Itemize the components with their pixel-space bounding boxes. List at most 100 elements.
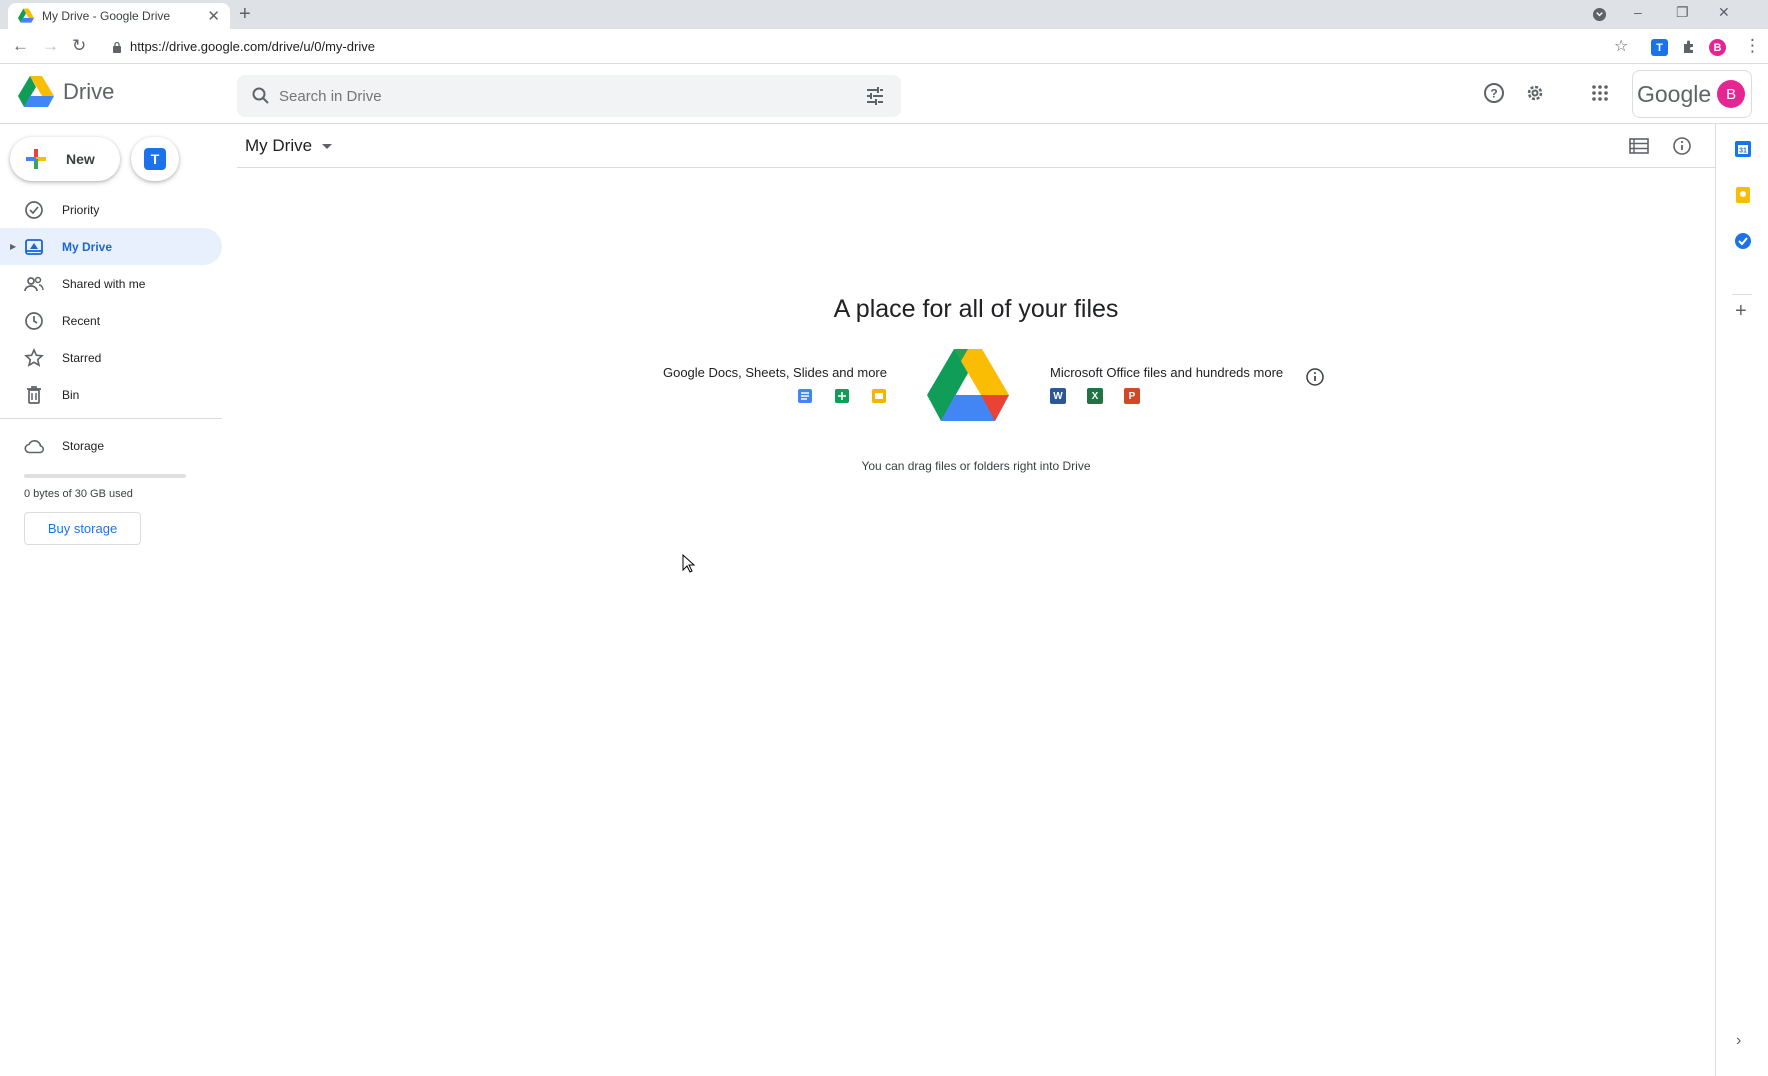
sidebar-nav: Priority ▶ My Drive Shared with me Recen… [0, 191, 222, 413]
drive-favicon-icon [18, 8, 34, 23]
browser-tab-strip: My Drive - Google Drive ✕ + – ❐ ✕ [0, 0, 1768, 29]
storage-label: Storage [62, 439, 105, 453]
new-button[interactable]: New [10, 137, 120, 181]
office-files-column: Microsoft Office files and hundreds more… [1050, 365, 1330, 404]
app-name: Drive [63, 79, 115, 104]
clock-icon [25, 311, 43, 330]
settings-gear-icon[interactable] [1524, 82, 1546, 104]
forward-icon[interactable]: → [42, 34, 59, 58]
sidebar-item-label: Priority [62, 202, 100, 217]
cloud-icon [24, 440, 44, 454]
search-bar[interactable] [237, 75, 901, 117]
office-info-icon[interactable] [1305, 367, 1325, 387]
search-input[interactable] [279, 87, 865, 105]
sidebar-item-shared-with-me[interactable]: Shared with me [0, 265, 222, 302]
details-info-icon[interactable] [1672, 136, 1692, 156]
powerpoint-icon: P [1124, 388, 1140, 404]
sidebar-item-recent[interactable]: Recent [0, 302, 222, 339]
mouse-cursor-icon [682, 554, 696, 573]
drive-logo[interactable]: Drive [18, 76, 114, 108]
browser-toolbar: ← → ↻ https://drive.google.com/drive/u/0… [0, 29, 1768, 64]
tab-close-icon[interactable]: ✕ [207, 7, 220, 25]
sidebar-item-starred[interactable]: Starred [0, 339, 222, 376]
shared-icon [24, 276, 44, 291]
star-icon [24, 347, 44, 367]
browser-menu-icon[interactable]: ⋮ [1744, 34, 1761, 58]
apps-grid-icon[interactable] [1592, 85, 1608, 101]
google-wordmark: Google [1637, 80, 1712, 107]
lock-icon [113, 41, 121, 53]
svg-text:31: 31 [1739, 148, 1747, 155]
empty-state-title: A place for all of your files [833, 295, 1119, 323]
page-title: My Drive [245, 136, 313, 155]
profile-menu-icon[interactable] [1592, 7, 1607, 22]
storage-usage-text: 0 bytes of 30 GB used [24, 488, 133, 500]
reload-icon[interactable]: ↻ [72, 34, 86, 58]
sidebar-item-label: Shared with me [62, 276, 146, 291]
back-icon[interactable]: ← [12, 34, 29, 58]
office-files-caption: Microsoft Office files and hundreds more [1050, 365, 1284, 380]
minimize-icon[interactable]: – [1634, 4, 1642, 20]
storage-usage-bar [24, 474, 186, 478]
google-account-button[interactable]: Google B [1632, 70, 1752, 118]
url-text: https://drive.google.com/drive/u/0/my-dr… [130, 39, 375, 54]
dropdown-arrow-icon [322, 143, 333, 149]
list-view-icon[interactable] [1629, 138, 1649, 154]
extensions-puzzle-icon[interactable] [1681, 39, 1697, 55]
sidebar-item-label: My Drive [62, 239, 113, 254]
buy-storage-button[interactable]: Buy storage [24, 512, 141, 545]
word-icon: W [1050, 388, 1066, 404]
sidebar-item-label: Bin [62, 387, 80, 402]
drag-hint-text: You can drag files or folders right into… [861, 459, 1091, 473]
drive-logo-icon [18, 76, 54, 107]
excel-icon: X [1087, 388, 1103, 404]
side-panel-divider [1732, 294, 1752, 295]
extension-t-icon[interactable]: T [1651, 39, 1668, 56]
svg-text:?: ? [1490, 87, 1497, 101]
new-tab-icon[interactable]: + [239, 3, 251, 25]
calendar-icon[interactable]: 31 [1734, 140, 1752, 158]
shortcut-button[interactable]: T [131, 137, 179, 181]
search-options-icon[interactable] [865, 86, 885, 106]
storage-section: Storage 0 bytes of 30 GB used Buy storag… [24, 434, 224, 545]
get-addons-plus-icon[interactable]: + [1735, 300, 1747, 323]
plus-icon [26, 149, 46, 169]
window-close-icon[interactable]: ✕ [1718, 4, 1730, 21]
docs-icon [798, 389, 812, 403]
slides-icon [872, 389, 886, 403]
sidebar-item-priority[interactable]: Priority [0, 191, 222, 228]
main-header: My Drive [237, 124, 1715, 168]
google-files-caption: Google Docs, Sheets, Slides and more [662, 365, 887, 380]
sidebar-item-storage[interactable]: Storage [24, 434, 224, 458]
my-drive-icon [25, 238, 43, 255]
tasks-icon[interactable] [1734, 232, 1752, 250]
collapse-panel-chevron-icon[interactable]: › [1736, 1032, 1741, 1050]
search-icon[interactable] [251, 86, 271, 106]
sidebar-divider [0, 418, 222, 419]
sheets-icon [835, 389, 849, 403]
google-files-column: Google Docs, Sheets, Slides and more [655, 365, 887, 404]
address-bar[interactable]: https://drive.google.com/drive/u/0/my-dr… [102, 33, 1642, 60]
bin-icon [27, 385, 41, 404]
bookmark-star-icon[interactable]: ☆ [1614, 35, 1628, 59]
sidebar-item-my-drive[interactable]: ▶ My Drive [0, 228, 222, 265]
empty-state: A place for all of your files Google Doc… [237, 295, 1715, 473]
profile-avatar[interactable]: B [1709, 39, 1726, 56]
breadcrumb[interactable]: My Drive [245, 136, 333, 156]
drive-large-logo-icon [927, 349, 1009, 421]
drive-header: Drive ? Google B [0, 64, 1768, 124]
shortcut-t-icon: T [144, 148, 166, 170]
account-avatar: B [1717, 80, 1746, 108]
side-panel: 31 + › [1715, 124, 1768, 1076]
restore-icon[interactable]: ❐ [1676, 4, 1689, 21]
keep-icon[interactable] [1734, 186, 1752, 204]
expand-caret-icon[interactable]: ▶ [10, 242, 16, 251]
sidebar-item-label: Recent [62, 313, 101, 328]
sidebar-item-label: Starred [62, 350, 102, 365]
help-icon[interactable]: ? [1483, 82, 1505, 104]
priority-icon [25, 200, 43, 219]
new-label: New [66, 151, 95, 167]
browser-tab[interactable]: My Drive - Google Drive ✕ [8, 3, 230, 29]
tab-title: My Drive - Google Drive [42, 9, 171, 23]
sidebar-item-bin[interactable]: Bin [0, 376, 222, 413]
